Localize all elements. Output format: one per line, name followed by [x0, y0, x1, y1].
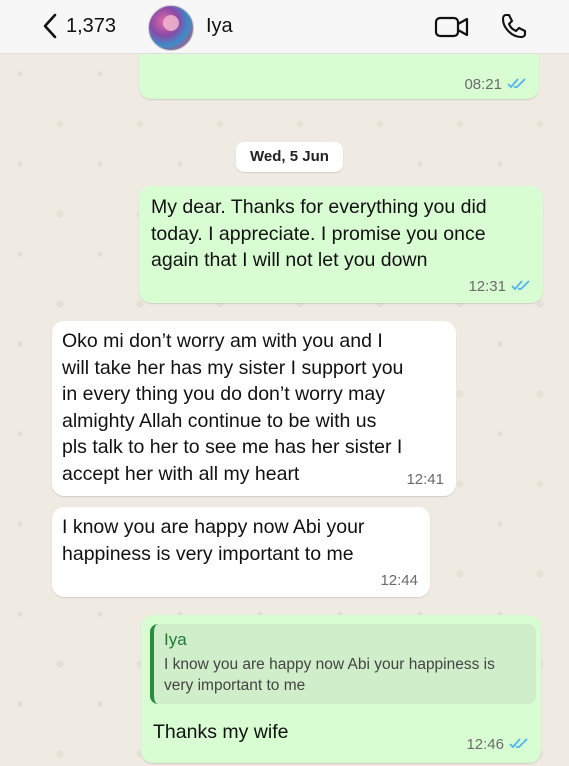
unread-count: 1,373: [66, 14, 117, 37]
message-time: 12:46: [466, 736, 504, 753]
message-text: Oko mi don’t worry am with you and I wil…: [62, 330, 404, 485]
back-button[interactable]: 1,373: [42, 11, 116, 41]
message-bubble-outgoing[interactable]: My dear. Thanks for everything you did t…: [139, 186, 543, 303]
chat-header: 1,373 Iya: [0, 0, 569, 54]
message-time: 12:41: [406, 471, 444, 488]
quoted-reply[interactable]: Iya I know you are happy now Abi your ha…: [150, 624, 536, 704]
message-time: 08:21: [464, 76, 502, 93]
voice-call-button[interactable]: [500, 12, 528, 40]
quoted-sender: Iya: [164, 630, 187, 649]
date-separator: Wed, 5 Jun: [236, 142, 343, 172]
read-ticks-icon: [509, 736, 529, 753]
message-list[interactable]: 08:21 Wed, 5 Jun My dear. Thanks for eve…: [0, 44, 569, 766]
read-ticks-icon: [511, 278, 531, 295]
message-bubble-incoming[interactable]: I know you are happy now Abi your happin…: [52, 507, 430, 597]
message-text: My dear. Thanks for everything you did t…: [151, 196, 487, 271]
avatar[interactable]: [148, 5, 194, 51]
message-text: Thanks my wife: [153, 721, 289, 743]
read-ticks-icon: [507, 76, 527, 93]
video-camera-icon: [434, 16, 470, 44]
message-time: 12:31: [468, 278, 506, 295]
message-time: 12:44: [380, 572, 418, 589]
video-call-button[interactable]: [434, 14, 470, 40]
chat-screen: 1,373 Iya 08:21 Wed, 5 Jun My dear. Than…: [0, 0, 569, 766]
message-text: I know you are happy now Abi your happin…: [62, 516, 365, 565]
message-bubble-outgoing[interactable]: Iya I know you are happy now Abi your ha…: [141, 615, 541, 763]
phone-icon: [500, 13, 528, 44]
message-bubble-incoming[interactable]: Oko mi don’t worry am with you and I wil…: [52, 321, 456, 496]
contact-name[interactable]: Iya: [206, 15, 233, 38]
chevron-left-icon: [42, 13, 58, 39]
quoted-text: I know you are happy now Abi your happin…: [164, 656, 495, 694]
